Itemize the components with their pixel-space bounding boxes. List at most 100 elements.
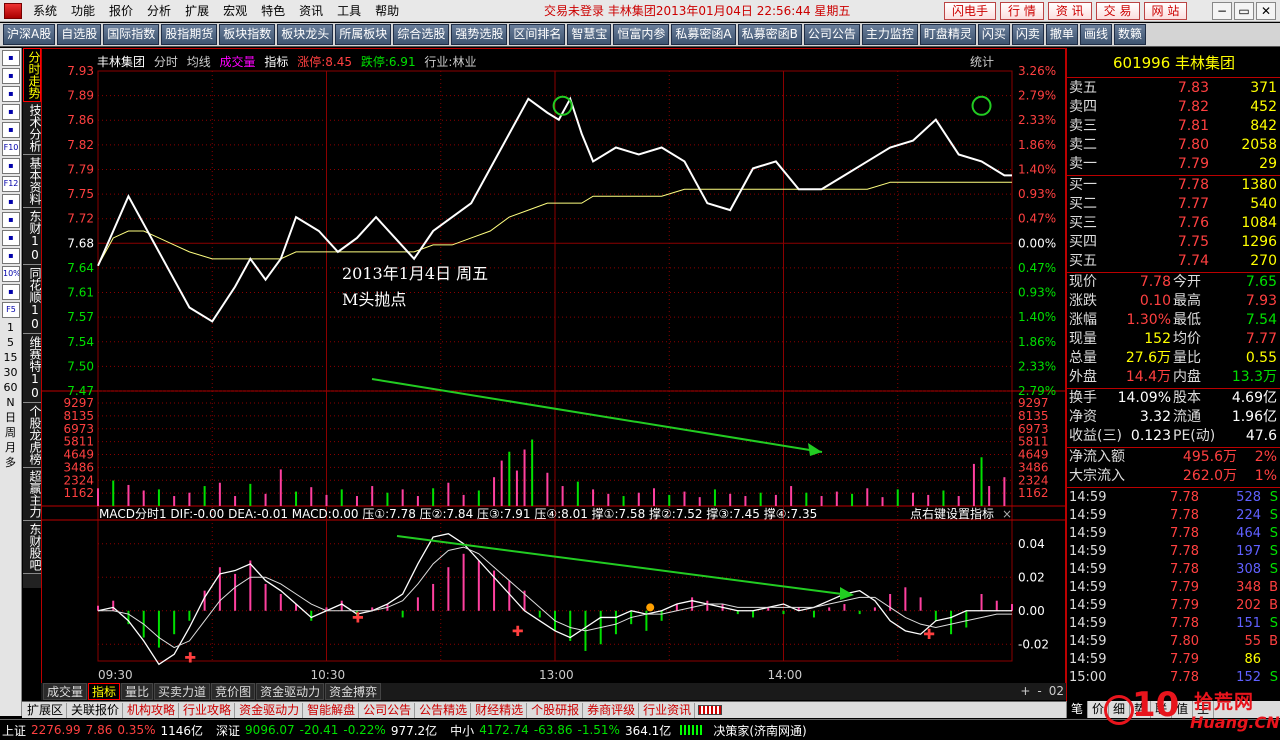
bottom-tab-0[interactable]: 成交量 bbox=[43, 683, 88, 700]
list-icon[interactable]: ▪ bbox=[2, 50, 20, 66]
menu-item-1[interactable]: 功能 bbox=[64, 0, 102, 22]
period-1[interactable]: 5 bbox=[0, 335, 21, 350]
monitor-icon[interactable]: ▪ bbox=[2, 248, 20, 264]
chart-vol-label[interactable]: 成交量 bbox=[220, 55, 256, 69]
search-icon[interactable]: ▪ bbox=[2, 194, 20, 210]
menu-item-5[interactable]: 宏观 bbox=[216, 0, 254, 22]
ask-price[interactable]: 7.82 bbox=[1178, 98, 1209, 117]
shortcut-7-icon[interactable]: F12 bbox=[2, 176, 20, 192]
quick-button-4[interactable]: 网 站 bbox=[1143, 2, 1188, 20]
toolbar-button-11[interactable]: 恒富内参 bbox=[613, 24, 670, 45]
info-tab-11[interactable]: 行业资讯 bbox=[640, 702, 696, 718]
sh-index-label[interactable]: 上证 bbox=[2, 722, 26, 739]
ask-price[interactable]: 7.79 bbox=[1178, 155, 1209, 174]
toolbar-button-8[interactable]: 强势选股 bbox=[451, 24, 508, 45]
ask-price[interactable]: 7.80 bbox=[1178, 136, 1209, 155]
bottom-tab-2[interactable]: 量比 bbox=[121, 683, 154, 700]
sz-index-label[interactable]: 深证 bbox=[216, 722, 240, 739]
bar-icon[interactable]: ▪ bbox=[2, 230, 20, 246]
menu-item-7[interactable]: 资讯 bbox=[292, 0, 330, 22]
period-7[interactable]: 周 bbox=[0, 425, 21, 440]
toolbar-button-20[interactable]: 画线 bbox=[1079, 24, 1112, 45]
toolbar-button-21[interactable]: 数籁 bbox=[1113, 24, 1146, 45]
toolbar-button-14[interactable]: 公司公告 bbox=[803, 24, 860, 45]
restore-icon[interactable]: ▭ bbox=[1234, 2, 1254, 20]
info-tab-3[interactable]: 行业攻略 bbox=[180, 702, 236, 718]
menu-item-8[interactable]: 工具 bbox=[330, 0, 368, 22]
chart-mode[interactable]: 分时 bbox=[154, 55, 178, 69]
toolbar-button-4[interactable]: 板块指数 bbox=[219, 24, 276, 45]
info-tab-7[interactable]: 公告精选 bbox=[416, 702, 472, 718]
bid-price[interactable]: 7.74 bbox=[1178, 252, 1209, 271]
info-tab-4[interactable]: 资金驱动力 bbox=[236, 702, 304, 718]
toolbar-button-12[interactable]: 私募密函A bbox=[671, 24, 736, 45]
zoom-ctrl-2[interactable]: 02 bbox=[1049, 683, 1064, 699]
toolbar-button-6[interactable]: 所属板块 bbox=[335, 24, 392, 45]
shortcut-12-icon[interactable]: 10% bbox=[2, 266, 20, 282]
toolbar-button-0[interactable]: 沪深A股 bbox=[3, 24, 56, 45]
quote-tab-1[interactable]: 价 bbox=[1088, 701, 1110, 718]
info-tab-10[interactable]: 券商评级 bbox=[584, 702, 640, 718]
quote-tab-2[interactable]: 细 bbox=[1109, 701, 1131, 718]
toolbar-button-19[interactable]: 撤单 bbox=[1045, 24, 1078, 45]
period-2[interactable]: 15 bbox=[0, 350, 21, 365]
ask-price[interactable]: 7.83 bbox=[1178, 79, 1209, 98]
quote-tab-0[interactable]: 笔 bbox=[1067, 701, 1089, 718]
quick-button-2[interactable]: 资 讯 bbox=[1047, 2, 1092, 20]
shortcut-5-icon[interactable]: F10 bbox=[2, 140, 20, 156]
vtab-5[interactable]: 维赛特10 bbox=[23, 334, 41, 403]
quote-tab-5[interactable]: 值 bbox=[1172, 701, 1194, 718]
bid-price[interactable]: 7.77 bbox=[1178, 195, 1209, 214]
period-3[interactable]: 30 bbox=[0, 365, 21, 380]
bottom-tab-3[interactable]: 买卖力道 bbox=[154, 683, 211, 700]
intraday-chart[interactable]: 7.93 3.26% 7.89 2.79% 7.86 2.33% 7.82 1.86% 7.79… bbox=[41, 48, 1066, 688]
chart-icon[interactable]: ▪ bbox=[2, 86, 20, 102]
info-tab-8[interactable]: 财经精选 bbox=[472, 702, 528, 718]
doc-icon[interactable]: ▪ bbox=[2, 158, 20, 174]
bottom-tab-5[interactable]: 资金驱动力 bbox=[256, 683, 325, 700]
quick-button-0[interactable]: 闪电手 bbox=[944, 2, 997, 20]
info-tab-1[interactable]: 关联报价 bbox=[68, 702, 124, 718]
info-tab-6[interactable]: 公司公告 bbox=[360, 702, 416, 718]
toolbar-button-10[interactable]: 智慧宝 bbox=[567, 24, 612, 45]
vtab-4[interactable]: 同花顺10 bbox=[23, 265, 41, 334]
window-icon[interactable]: ▪ bbox=[2, 122, 20, 138]
period-4[interactable]: 60 bbox=[0, 380, 21, 395]
menu-item-3[interactable]: 分析 bbox=[140, 0, 178, 22]
info-tab-9[interactable]: 个股研报 bbox=[528, 702, 584, 718]
menu-item-9[interactable]: 帮助 bbox=[368, 0, 406, 22]
quote-tab-6[interactable]: 主 bbox=[1193, 701, 1215, 718]
info-tab-5[interactable]: 智能解盘 bbox=[304, 702, 360, 718]
bottom-tab-1[interactable]: 指标 bbox=[88, 683, 121, 700]
period-9[interactable]: 多 bbox=[0, 455, 21, 470]
table-icon[interactable]: ▪ bbox=[2, 104, 20, 120]
quick-button-3[interactable]: 交 易 bbox=[1095, 2, 1140, 20]
zx-index-label[interactable]: 中小 bbox=[450, 722, 474, 739]
ask-price[interactable]: 7.81 bbox=[1178, 117, 1209, 136]
menu-item-6[interactable]: 特色 bbox=[254, 0, 292, 22]
vtab-8[interactable]: 东财股吧 bbox=[23, 521, 41, 574]
toolbar-button-15[interactable]: 主力监控 bbox=[861, 24, 918, 45]
bid-price[interactable]: 7.75 bbox=[1178, 233, 1209, 252]
menu-item-2[interactable]: 报价 bbox=[102, 0, 140, 22]
toolbar-button-18[interactable]: 闪卖 bbox=[1011, 24, 1044, 45]
quick-button-1[interactable]: 行 情 bbox=[1000, 2, 1044, 20]
vtab-3[interactable]: 东财10 bbox=[23, 208, 41, 265]
close-icon[interactable]: ✕ bbox=[1256, 2, 1276, 20]
info-tab-0[interactable]: 扩展区 bbox=[24, 702, 68, 718]
toolbar-button-7[interactable]: 综合选股 bbox=[393, 24, 450, 45]
toolbar-button-9[interactable]: 区间排名 bbox=[509, 24, 566, 45]
menu-item-4[interactable]: 扩展 bbox=[178, 0, 216, 22]
period-5[interactable]: N bbox=[0, 395, 21, 410]
period-8[interactable]: 月 bbox=[0, 440, 21, 455]
chart-avg-label[interactable]: 均线 bbox=[187, 55, 211, 69]
vtab-1[interactable]: 技术分析 bbox=[23, 102, 41, 155]
pencil-icon[interactable]: ▪ bbox=[2, 284, 20, 300]
quote-tab-4[interactable]: 联 bbox=[1151, 701, 1173, 718]
zoom-ctrl-1[interactable]: - bbox=[1037, 683, 1041, 699]
period-0[interactable]: 1 bbox=[0, 320, 21, 335]
shortcut-14-icon[interactable]: F5 bbox=[2, 302, 20, 318]
chart-ind-label[interactable]: 指标 bbox=[264, 55, 288, 69]
toolbar-button-17[interactable]: 闪买 bbox=[977, 24, 1010, 45]
info-tab-2[interactable]: 机构攻略 bbox=[124, 702, 180, 718]
